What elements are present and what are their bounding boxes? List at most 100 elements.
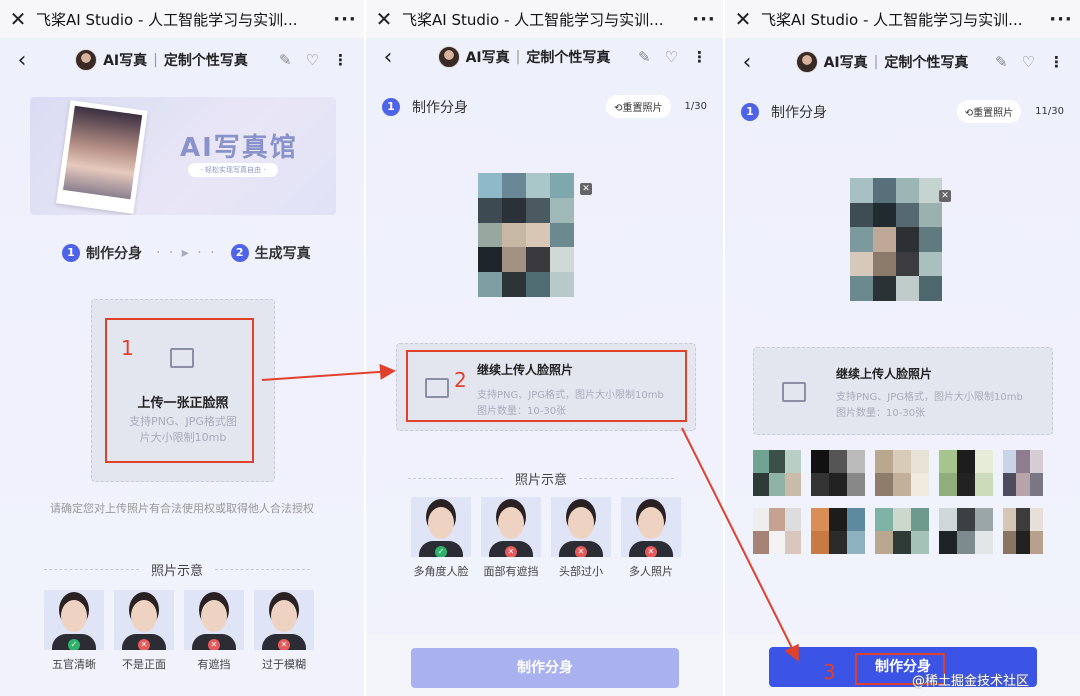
reset-photos-button[interactable]: ⟲重置照片 <box>956 100 1022 123</box>
back-arrow-icon[interactable]: ‹ <box>366 45 410 70</box>
thumbnail <box>811 508 865 554</box>
example-item: ✕ 头部过小 <box>551 497 611 579</box>
kebab-menu-icon[interactable]: ⋮ <box>1049 53 1064 71</box>
more-options-icon[interactable]: ··· <box>326 9 364 30</box>
kebab-menu-icon[interactable]: ⋮ <box>692 48 707 66</box>
window-title: 飞桨AI Studio - 人工智能学习与实训... <box>36 10 298 29</box>
examples-section-title: 照片示意 <box>408 469 675 488</box>
photo-count: 1/30 <box>684 101 707 112</box>
edit-icon[interactable]: ✎ <box>638 48 651 66</box>
more-options-icon[interactable]: ··· <box>685 9 723 30</box>
cross-icon: ✕ <box>208 639 220 650</box>
cross-icon: ✕ <box>575 546 587 557</box>
app-title: AI写真 <box>103 53 148 69</box>
step-header: 1 制作分身 ⟲重置照片 1/30 <box>382 95 707 118</box>
title-separator: | <box>153 52 158 68</box>
create-avatar-button[interactable]: 制作分身 <box>411 648 679 688</box>
annotation-number-2: 2 <box>454 368 467 392</box>
example-photos: ✓ 五官清晰 ✕ 不是正面 ✕ 有遮挡 ✕ 过于模糊 <box>44 590 314 672</box>
avatar <box>437 46 460 68</box>
photo-count: 11/30 <box>1035 106 1064 117</box>
back-arrow-icon[interactable]: ‹ <box>725 50 769 75</box>
example-item: ✕ 过于模糊 <box>254 590 314 672</box>
heart-icon[interactable]: ♡ <box>306 51 319 69</box>
thumbnail <box>753 508 801 554</box>
close-icon[interactable]: ✕ <box>366 7 402 31</box>
banner-subtitle: · 轻松实现写真自由 · <box>188 163 278 177</box>
app-header: ‹ AI写真 | 定制个性写真 ✎ ♡ ⋮ <box>0 40 364 80</box>
phone-screen-3: ✕ 飞桨AI Studio - 人工智能学习与实训... ··· ‹ AI写真 … <box>724 0 1080 696</box>
uploaded-photo-preview <box>850 178 942 301</box>
upload-hint-format: 支持PNG、JPG格式，图片大小限制10mb <box>836 392 1023 403</box>
upload-title: 继续上传人脸照片 <box>836 367 933 381</box>
window-title: 飞桨AI Studio - 人工智能学习与实训... <box>761 10 1023 29</box>
phone-screen-2: ✕ 飞桨AI Studio - 人工智能学习与实训... ··· ‹ AI写真 … <box>365 0 723 696</box>
reset-photos-button[interactable]: ⟲重置照片 <box>606 95 671 118</box>
step-header: 1 制作分身 ⟲重置照片 11/30 <box>741 100 1064 123</box>
banner-title: AI写真馆 <box>180 133 298 163</box>
watermark: @稀土掘金技术社区 <box>912 674 1030 689</box>
app-subtitle: 定制个性写真 <box>526 50 611 66</box>
continue-upload-dropzone[interactable]: 继续上传人脸照片 支持PNG、JPG格式，图片大小限制10mb 图片数量：10-… <box>753 347 1053 435</box>
kebab-menu-icon[interactable]: ⋮ <box>333 51 348 69</box>
app-subtitle: 定制个性写真 <box>163 53 248 69</box>
app-title: AI写真 <box>465 50 510 66</box>
example-item: ✓ 多角度人脸 <box>411 497 471 579</box>
remove-photo-icon[interactable]: ✕ <box>580 183 592 195</box>
image-upload-icon <box>782 382 806 402</box>
more-options-icon[interactable]: ··· <box>1042 9 1080 30</box>
thumbnail <box>939 508 993 554</box>
step-number: 1 <box>382 97 400 116</box>
step-title: 制作分身 <box>412 99 468 116</box>
back-arrow-icon[interactable]: ‹ <box>0 48 44 73</box>
example-item: ✕ 面部有遮挡 <box>481 497 541 579</box>
avatar <box>795 51 818 73</box>
title-separator: | <box>515 49 521 65</box>
uploaded-thumbnails <box>753 450 1047 566</box>
cross-icon: ✕ <box>505 546 517 557</box>
thumbnail <box>1003 450 1043 496</box>
thumbnail <box>939 450 993 496</box>
close-icon[interactable]: ✕ <box>0 7 36 31</box>
app-header: ‹ AI写真 | 定制个性写真 ✎ ♡ ⋮ <box>725 42 1080 82</box>
example-item: ✓ 五官清晰 <box>44 590 104 672</box>
example-photos: ✓ 多角度人脸 ✕ 面部有遮挡 ✕ 头部过小 ✕ 多人照片 <box>411 497 681 579</box>
app-subtitle: 定制个性写真 <box>884 55 969 71</box>
edit-icon[interactable]: ✎ <box>279 51 292 69</box>
step-2-number: 2 <box>230 244 249 262</box>
thumbnail <box>753 450 801 496</box>
cross-icon: ✕ <box>278 639 290 650</box>
close-icon[interactable]: ✕ <box>725 7 761 31</box>
remove-photo-icon[interactable]: ✕ <box>939 190 951 202</box>
example-item: ✕ 有遮挡 <box>184 590 244 672</box>
step-1-label: 制作分身 <box>86 246 142 262</box>
step-indicator: 1 制作分身 · · ▸ · · 2 生成写真 <box>62 243 311 263</box>
heart-icon[interactable]: ♡ <box>665 48 678 66</box>
example-item: ✕ 多人照片 <box>621 497 681 579</box>
app-header: ‹ AI写真 | 定制个性写真 ✎ ♡ ⋮ <box>366 37 723 77</box>
thumbnail <box>875 450 929 496</box>
check-icon: ✓ <box>435 546 447 557</box>
avatar <box>75 49 98 71</box>
cross-icon: ✕ <box>138 639 150 650</box>
step-2-label: 生成写真 <box>254 246 311 262</box>
uploaded-photo-preview <box>478 173 574 297</box>
footer-bar: 制作分身 <box>366 634 723 696</box>
browser-titlebar: ✕ 飞桨AI Studio - 人工智能学习与实训... ··· <box>725 0 1080 38</box>
step-1-number: 1 <box>62 244 80 262</box>
examples-section-title: 照片示意 <box>44 560 311 579</box>
cross-icon: ✕ <box>645 546 657 557</box>
step-title: 制作分身 <box>771 104 827 121</box>
browser-titlebar: ✕ 飞桨AI Studio - 人工智能学习与实训... ··· <box>0 0 364 38</box>
annotation-number-3: 3 <box>823 660 836 684</box>
browser-titlebar: ✕ 飞桨AI Studio - 人工智能学习与实训... ··· <box>366 0 723 38</box>
heart-icon[interactable]: ♡ <box>1022 53 1035 71</box>
step-connector: · · ▸ · · <box>156 245 217 261</box>
example-item: ✕ 不是正面 <box>114 590 174 672</box>
edit-icon[interactable]: ✎ <box>995 53 1008 71</box>
annotation-box-2 <box>406 350 687 422</box>
thumbnail <box>875 508 929 554</box>
check-icon: ✓ <box>68 639 80 650</box>
banner-photo <box>56 100 148 214</box>
upload-hint-count: 图片数量：10-30张 <box>836 408 926 419</box>
